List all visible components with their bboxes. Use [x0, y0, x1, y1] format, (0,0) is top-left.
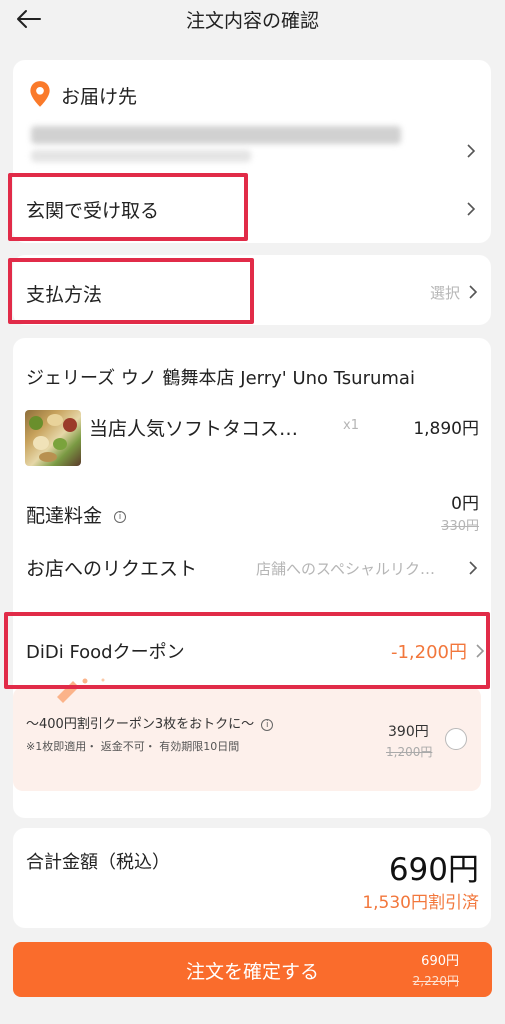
delivery-fee-label: 配達料金 — [26, 505, 103, 527]
total-label: 合計金額（税込） — [26, 852, 170, 873]
delivery-fee-row: 配達料金 i 0円 330円 — [13, 483, 491, 538]
coupon-pack-title: ～400円割引クーポン3枚をおトクに～ — [26, 717, 255, 732]
coupon-label: DiDi Foodクーポン — [26, 642, 185, 663]
delivery-fee-price: 0円 — [451, 494, 479, 514]
confirm-original-price: 2,220円 — [412, 974, 459, 988]
info-icon[interactable]: i — [261, 718, 274, 731]
sparkle-icon — [57, 678, 105, 703]
total-card: 合計金額（税込） 690円 1,530円割引済 — [13, 828, 491, 928]
coupon-row[interactable]: DiDi Foodクーポン -1,200円 — [13, 628, 491, 672]
delivery-fee-original: 330円 — [441, 519, 479, 534]
order-item-row[interactable]: 当店人気ソフトタコス… x1 1,890円 — [13, 338, 491, 473]
chevron-right-icon — [469, 561, 478, 575]
address-blurred — [31, 126, 401, 144]
page-title: 注文内容の確認 — [185, 10, 319, 32]
chevron-right-icon — [476, 644, 485, 658]
pickup-option-label: 玄関で受け取る — [26, 200, 160, 222]
item-price: 1,890円 — [413, 419, 479, 439]
chevron-right-icon — [467, 144, 476, 158]
coupon-pack-original-price: 1,200円 — [386, 745, 433, 759]
coupon-pack-radio[interactable] — [445, 728, 467, 750]
info-icon[interactable]: i — [114, 510, 127, 523]
item-name: 当店人気ソフトタコス… — [89, 418, 299, 440]
address-blurred-2 — [31, 150, 251, 162]
coupon-pack-note: ※1枚即適用・ 返金不可・ 有効期限10日間 — [26, 740, 240, 753]
top-bar: 注文内容の確認 — [0, 0, 505, 44]
coupon-pack-offer[interactable]: ～400円割引クーポン3枚をおトクに～ i ※1枚即適用・ 返金不可・ 有効期限… — [13, 678, 481, 791]
location-pin-icon — [30, 81, 50, 107]
total-discount: 1,530円割引済 — [362, 893, 479, 913]
confirm-order-button[interactable]: 注文を確定する 690円 2,220円 — [13, 942, 492, 997]
delivery-title: お届け先 — [61, 86, 138, 108]
item-quantity: x1 — [343, 418, 359, 433]
store-request-label: お店へのリクエスト — [26, 558, 198, 580]
payment-method-label: 支払方法 — [26, 284, 103, 306]
chevron-right-icon — [469, 285, 478, 299]
total-amount: 690円 — [388, 852, 479, 888]
coupon-pack-price: 390円 — [388, 724, 429, 740]
store-request-placeholder: 店舗へのスペシャルリク… — [256, 560, 435, 578]
chevron-right-icon — [467, 202, 476, 216]
payment-select-text: 選択 — [430, 284, 461, 302]
pickup-option-row[interactable]: 玄関で受け取る — [13, 180, 491, 236]
payment-card[interactable]: 支払方法 選択 — [13, 255, 491, 325]
delivery-card: お届け先 玄関で受け取る — [13, 60, 491, 243]
item-thumbnail — [25, 410, 81, 466]
coupon-amount: -1,200円 — [390, 642, 467, 663]
confirm-price: 690円 — [421, 954, 459, 969]
store-request-row[interactable]: お店へのリクエスト 店舗へのスペシャルリク… — [13, 548, 491, 588]
address-row[interactable] — [13, 118, 491, 168]
